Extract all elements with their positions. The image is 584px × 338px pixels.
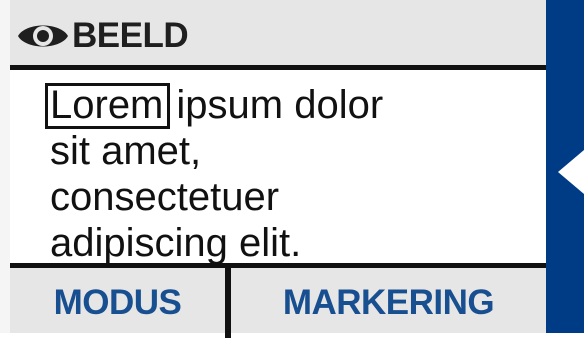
text-line-1: Lorem ipsum dolor <box>45 82 384 129</box>
left-bezel <box>0 0 10 333</box>
chevron-left-icon[interactable] <box>558 150 584 194</box>
text-line-3: consectetuer <box>50 175 280 219</box>
mode-button[interactable]: MODUS <box>10 273 225 333</box>
screen: BEELD Lorem ipsum dolor sit amet, consect… <box>0 0 584 338</box>
header-bar: BEELD <box>10 0 546 70</box>
marking-button[interactable]: MARKERING <box>231 273 546 333</box>
text-line-2: sit amet, <box>50 129 202 173</box>
text-line-4: adipiscing elit. <box>50 221 302 265</box>
bottom-bar: MODUS MARKERING <box>10 263 546 338</box>
line-text: ipsum dolor <box>176 83 384 127</box>
eye-icon <box>18 25 68 47</box>
text-display: Lorem ipsum dolor sit amet, consectetuer … <box>10 70 546 265</box>
highlighted-word: Lorem <box>45 83 171 129</box>
header-title: BEELD <box>72 16 189 55</box>
